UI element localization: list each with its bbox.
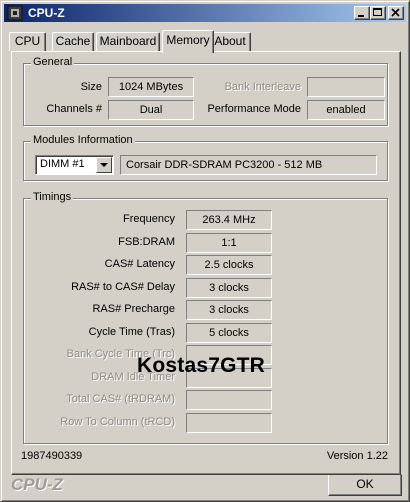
size-label: Size xyxy=(80,81,102,93)
timing-value: 5 clocks xyxy=(186,323,272,343)
timing-value: 1:1 xyxy=(186,233,272,253)
timing-value: 2.5 clocks xyxy=(186,255,272,275)
tab-cpu[interactable]: CPU xyxy=(9,32,46,51)
minimize-icon xyxy=(358,15,364,17)
modules-group: Modules Information DIMM #1 Corsair DDR-… xyxy=(23,134,388,181)
timing-value: 3 clocks xyxy=(186,300,272,320)
channels-label: Channels # xyxy=(46,103,102,115)
bank-interleave-label: Bank Interleave xyxy=(224,81,301,93)
channels-value: Dual xyxy=(108,100,194,120)
timings-group-title: Timings xyxy=(31,191,74,203)
dimm-select-value: DIMM #1 xyxy=(40,158,85,170)
timing-label: RAS# to CAS# Delay xyxy=(71,281,175,293)
tab-cpu-label: CPU xyxy=(14,34,41,48)
tab-cache[interactable]: Cache xyxy=(52,32,94,51)
timing-label: Frequency xyxy=(123,213,175,225)
general-group: General Size 1024 MBytes Channels # Dual… xyxy=(23,56,388,126)
timing-label: FSB:DRAM xyxy=(118,236,175,248)
timing-label: Cycle Time (Tras) xyxy=(88,326,175,338)
timing-label: CAS# Latency xyxy=(104,258,175,270)
window-title: CPU-Z xyxy=(28,6,65,20)
cpu-z-app-icon xyxy=(7,5,23,21)
tab-about[interactable]: About xyxy=(209,32,251,51)
timing-label: Total CAS# (tRDRAM) xyxy=(66,393,175,405)
dimm-select-button[interactable] xyxy=(96,157,112,173)
watermark-text: Kostas7GTR xyxy=(137,354,266,377)
close-icon xyxy=(391,8,400,17)
tab-cache-label: Cache xyxy=(55,34,91,48)
maximize-icon xyxy=(373,8,382,16)
timing-value xyxy=(186,390,272,410)
memory-tab-panel: General Size 1024 MBytes Channels # Dual… xyxy=(11,51,401,475)
tab-memory-label: Memory xyxy=(166,33,210,47)
tab-mainboard-label: Mainboard xyxy=(99,34,157,48)
module-description: Corsair DDR-SDRAM PC3200 - 512 MB xyxy=(120,155,377,175)
performance-mode-label: Performance Mode xyxy=(207,103,301,115)
bank-interleave-value xyxy=(307,77,385,97)
serial-number: 1987490339 xyxy=(21,450,83,462)
timing-label: RAS# Precharge xyxy=(92,303,175,315)
close-button[interactable] xyxy=(388,6,404,20)
modules-group-title: Modules Information xyxy=(31,134,135,146)
timing-value: 3 clocks xyxy=(186,278,272,298)
timing-label: Row To Column (tRCD) xyxy=(60,416,175,428)
title-bar[interactable]: CPU-Z xyxy=(4,4,406,22)
performance-mode-value: enabled xyxy=(307,100,385,120)
ok-button[interactable]: OK xyxy=(328,474,402,496)
tab-mainboard[interactable]: Mainboard xyxy=(96,32,160,51)
cpu-z-window: CPU-Z CPU Cache Mainboard Memory About G… xyxy=(0,0,410,502)
tab-memory[interactable]: Memory xyxy=(162,30,214,53)
dropdown-arrow-icon xyxy=(100,163,108,167)
minimize-button[interactable] xyxy=(354,6,370,20)
timings-group: Timings Frequency 263.4 MHz FSB:DRAM 1:1 CAS… xyxy=(23,191,388,444)
size-value: 1024 MBytes xyxy=(108,77,194,97)
tab-about-label: About xyxy=(214,34,246,48)
maximize-button[interactable] xyxy=(370,6,386,20)
version-text: Version 1.22 xyxy=(326,450,388,462)
dimm-select[interactable]: DIMM #1 xyxy=(35,155,114,175)
timing-value xyxy=(186,413,272,433)
general-group-title: General xyxy=(31,56,75,68)
timing-value: 263.4 MHz xyxy=(186,210,272,230)
cpu-z-brand-logo: CPU-Z xyxy=(11,475,63,494)
